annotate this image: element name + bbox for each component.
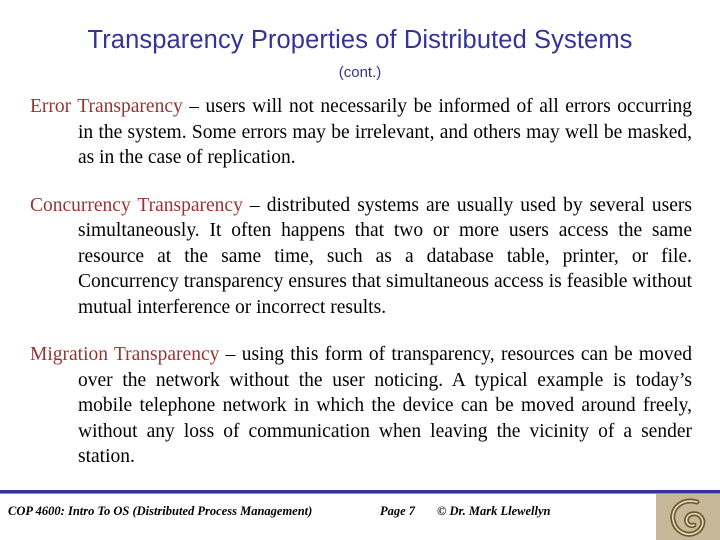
swirl-logo-icon (670, 498, 706, 537)
slide: Transparency Properties of Distributed S… (0, 0, 720, 540)
footer-page-number: Page 7 (380, 504, 416, 518)
footer-credit-label: © Dr. Mark Llewellyn (437, 504, 551, 518)
paragraph-concurrency-transparency: Concurrency Transparency – distributed s… (30, 193, 692, 321)
slide-footer: COP 4600: Intro To OS (Distributed Proce… (0, 494, 720, 540)
logo-badge (656, 494, 720, 540)
page-title: Transparency Properties of Distributed S… (87, 26, 633, 54)
term-concurrency-transparency: Concurrency Transparency (30, 194, 243, 216)
page-subtitle: (cont.) (338, 64, 382, 81)
term-error-transparency: Error Transparency (30, 96, 183, 117)
term-migration-transparency: Migration Transparency (30, 344, 220, 365)
paragraph-migration-transparency: Migration Transparency – using this form… (30, 342, 692, 470)
slide-body: Error Transparency – users will not nece… (30, 94, 692, 470)
paragraph-error-transparency: Error Transparency – users will not nece… (30, 94, 692, 171)
footer-course-label: COP 4600: Intro To OS (Distributed Proce… (8, 504, 313, 518)
